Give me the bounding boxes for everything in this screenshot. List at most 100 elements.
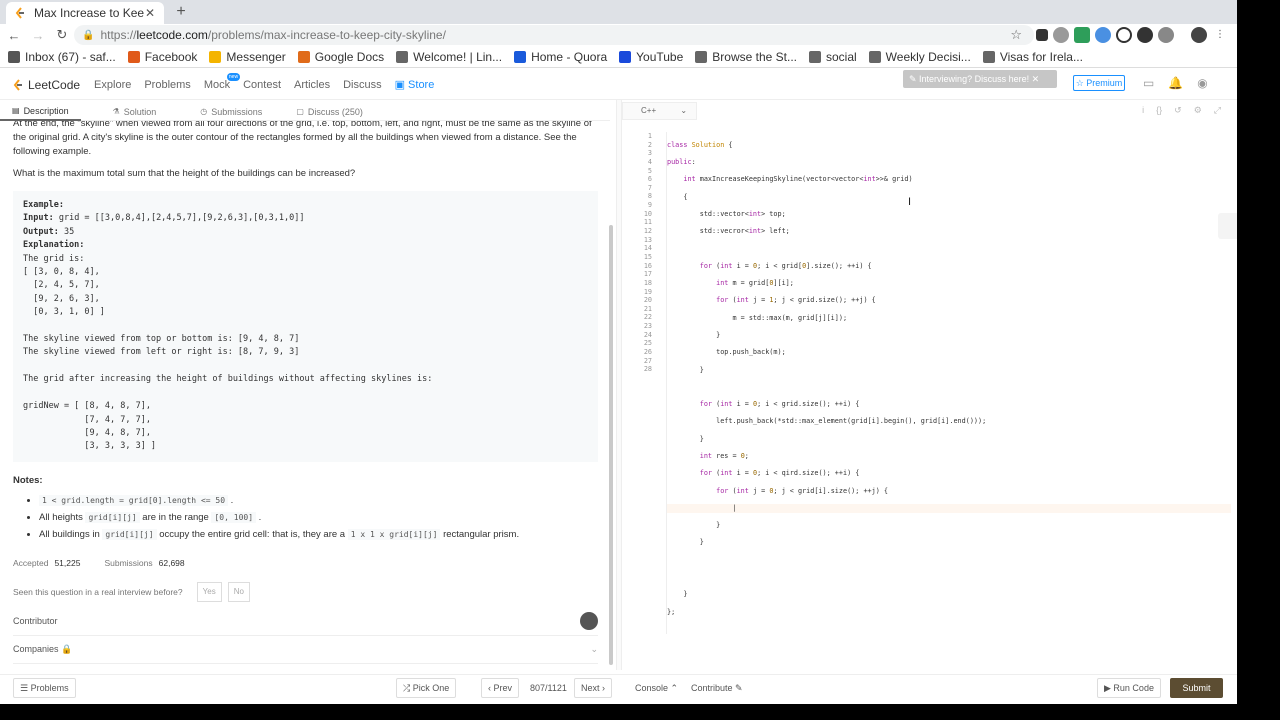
bookmark-label: Inbox (67) - saf... xyxy=(25,49,116,64)
tab-solution-label: Solution xyxy=(123,106,157,117)
playground-icon[interactable]: ▭ xyxy=(1143,76,1154,90)
line-number: 9 xyxy=(647,201,652,210)
close-tab-icon[interactable]: ✕ xyxy=(144,6,156,20)
submit-button[interactable]: Submit xyxy=(1170,678,1223,698)
contributor-avatar[interactable] xyxy=(580,612,598,631)
nav-explore[interactable]: Explore xyxy=(94,79,131,91)
menu-icon[interactable]: ⋮ xyxy=(1212,27,1228,43)
bookmark-star-icon[interactable]: ☆ xyxy=(1010,27,1022,43)
logo-text: LeetCode xyxy=(28,77,81,92)
console-button[interactable]: Console ⌃ xyxy=(635,683,678,694)
tab-submissions[interactable]: ◷ Submissions xyxy=(188,103,274,121)
tab-description[interactable]: ▤ Description xyxy=(0,103,81,121)
problems-button[interactable]: ☰ Problems xyxy=(13,678,76,698)
docs-icon xyxy=(297,50,310,63)
code-line: for (int i = 0; i < grid.size(); ++i) { xyxy=(699,400,860,409)
companies-row[interactable]: Companies 🔒 ⌄ xyxy=(13,636,598,664)
description-scrollbar[interactable] xyxy=(609,225,613,665)
browser-tab[interactable]: Max Increase to Keep City ✕ xyxy=(6,2,164,24)
code-editor[interactable]: 1 2 3 4 5 6 7 8 9 10 11 12 13 14 15 16 17 18 19 20 21 22 23 24 2… xyxy=(622,125,1237,670)
line-number: 14 xyxy=(643,244,652,253)
example-label: Example: xyxy=(23,200,64,210)
youtube-icon xyxy=(619,50,632,63)
code-line: top.push_back(m); xyxy=(667,348,786,357)
line-number: 12 xyxy=(643,227,652,236)
bookmark-item[interactable]: YouTube xyxy=(619,50,683,64)
profile-avatar-icon[interactable] xyxy=(1191,27,1207,43)
language-select[interactable]: C++ ⌄ xyxy=(622,102,697,120)
bookmark-item[interactable]: Google Docs xyxy=(297,50,384,64)
bookmark-item[interactable]: Weekly Decisi... xyxy=(868,50,971,64)
run-code-button[interactable]: ▶ Run Code xyxy=(1097,678,1161,698)
extension-icon[interactable] xyxy=(1116,27,1132,43)
nav-store[interactable]: ▣ Store xyxy=(395,78,435,91)
side-panel-handle[interactable] xyxy=(1218,213,1237,239)
chevron-down-icon[interactable]: ⌄ xyxy=(590,642,598,656)
reload-icon[interactable]: ↻ xyxy=(52,25,72,45)
nav-mock[interactable]: Mock new xyxy=(204,72,241,91)
prev-button[interactable]: ‹ Prev xyxy=(481,678,520,698)
companies-text: Companies xyxy=(13,644,59,655)
tab-solution[interactable]: ⚗ Solution xyxy=(101,103,169,121)
nav-contest[interactable]: Contest xyxy=(243,79,281,91)
code-line: std::vecror<int> left; xyxy=(667,227,790,236)
line-number: 20 xyxy=(643,296,652,305)
nav-discuss[interactable]: Discuss xyxy=(343,79,382,91)
bookmark-item[interactable]: Facebook xyxy=(127,50,197,64)
no-button[interactable]: No xyxy=(227,581,250,602)
note-code: 1 x 1 x grid[i][j] xyxy=(347,528,441,540)
tab-discuss[interactable]: ▢ Discuss (250) xyxy=(284,103,375,121)
new-tab-button[interactable]: + xyxy=(172,3,190,21)
console-label: Console xyxy=(635,683,669,693)
nav-icons: ▭ 🔔 ◉ xyxy=(1143,76,1208,90)
contribute-button[interactable]: Contribute ✎ xyxy=(691,683,743,694)
premium-button[interactable]: ☆ Premium xyxy=(1073,75,1125,91)
nav-problems[interactable]: Problems xyxy=(144,79,190,91)
extension-icon[interactable] xyxy=(1137,27,1153,43)
line-number: 27 xyxy=(643,356,652,365)
flask-icon: ⚗ xyxy=(112,107,120,116)
note-text: . xyxy=(230,494,234,506)
tab-title: Max Increase to Keep City xyxy=(34,6,144,20)
back-icon[interactable]: ← xyxy=(4,25,24,45)
bookmark-item[interactable]: Inbox (67) - saf... xyxy=(8,50,116,64)
info-icon[interactable]: i xyxy=(1142,105,1144,116)
contributor-row[interactable]: Contributor xyxy=(13,608,598,636)
chat-icon: ▢ xyxy=(296,107,304,116)
braces-icon[interactable]: {} xyxy=(1156,105,1162,116)
contribute-label: Contribute xyxy=(691,683,733,693)
yes-button[interactable]: Yes xyxy=(196,581,222,602)
input-label: Input: xyxy=(23,213,54,224)
line-number: 7 xyxy=(647,183,652,192)
extension-icon[interactable] xyxy=(1053,27,1069,43)
bookmark-item[interactable]: Messenger xyxy=(209,50,286,64)
submissions-stat: Submissions 62,698 xyxy=(104,556,184,570)
bookmark-item[interactable]: Browse the St... xyxy=(695,50,797,64)
reset-icon[interactable]: ↺ xyxy=(1174,105,1182,116)
leetcode-logo[interactable]: LeetCode xyxy=(12,78,80,92)
bookmark-item[interactable]: Home - Quora xyxy=(514,50,607,64)
notification-bell-icon[interactable]: 🔔 xyxy=(1168,76,1183,90)
bookmark-item[interactable]: social xyxy=(808,50,857,64)
pick-one-button[interactable]: ⤮ Pick One xyxy=(396,678,457,698)
fullscreen-icon[interactable]: ⤢ xyxy=(1214,105,1221,116)
example-block: Example: Input: grid = [[3,0,8,4],[2,4,5… xyxy=(13,191,598,462)
document-icon: ▤ xyxy=(12,106,20,115)
settings-icon[interactable]: ⚙ xyxy=(1194,105,1202,116)
code-area[interactable]: class Solution { public: int maxIncrease… xyxy=(666,132,1231,634)
extension-icon[interactable] xyxy=(1158,27,1174,43)
address-bar[interactable]: 🔒 https://leetcode.com/problems/max-incr… xyxy=(74,25,1034,45)
line-number: 6 xyxy=(647,175,652,184)
next-button[interactable]: Next › xyxy=(574,678,613,698)
interview-banner[interactable]: ✎ Interviewing? Discuss here! ✕ xyxy=(903,70,1057,88)
extension-icon[interactable] xyxy=(1074,27,1090,43)
code-line: class Solution { xyxy=(667,140,733,149)
extension-icon[interactable] xyxy=(1036,29,1048,41)
extension-icon[interactable] xyxy=(1095,27,1111,43)
bookmark-item[interactable]: Visas for Irela... xyxy=(982,50,1083,64)
user-avatar-icon[interactable]: ◉ xyxy=(1197,76,1207,90)
line-number: 8 xyxy=(647,192,652,201)
nav-articles[interactable]: Articles xyxy=(294,79,330,91)
bookmark-item[interactable]: Welcome! | Lin... xyxy=(396,50,502,64)
forward-icon[interactable]: → xyxy=(28,25,48,45)
